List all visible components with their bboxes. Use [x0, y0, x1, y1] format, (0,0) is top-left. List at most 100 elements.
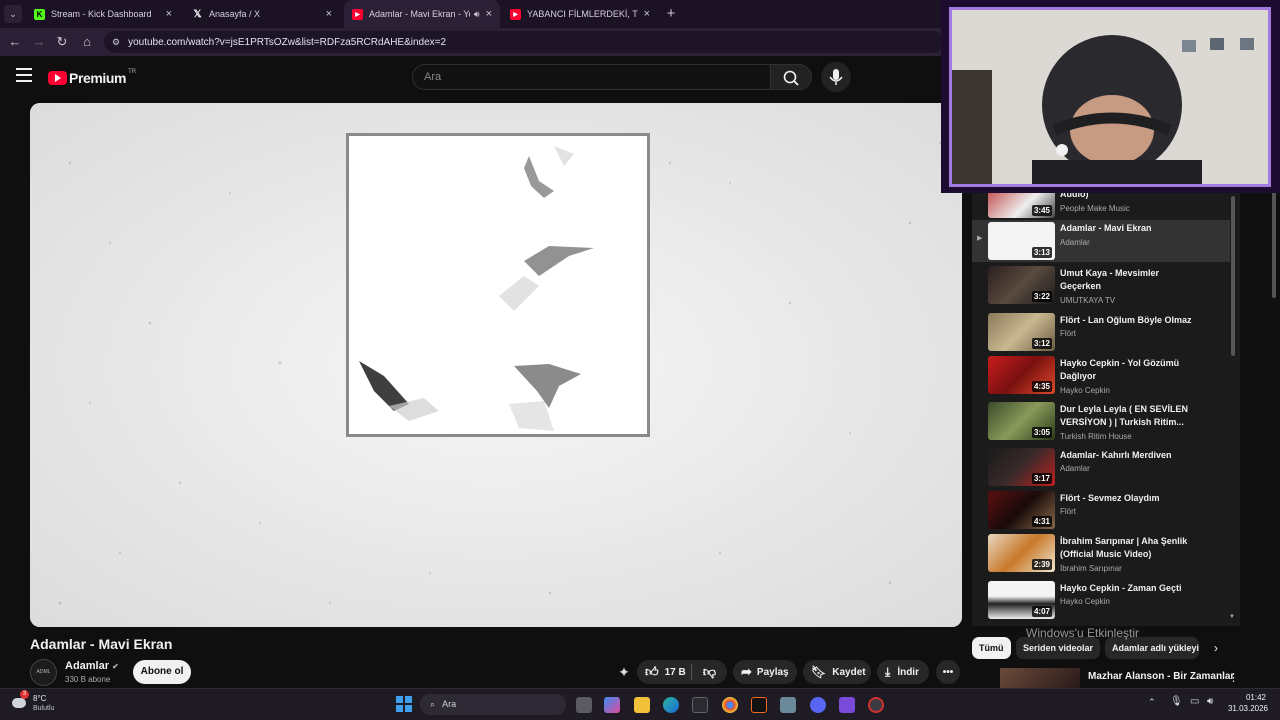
microphone-tray-icon[interactable]: 🎙︎	[1170, 696, 1183, 707]
playlist-item[interactable]: 4:35 Hayko Cepkin - Yol Gözümü Dağlıyor …	[972, 354, 1230, 400]
playlist-scrollbar[interactable]: ▼	[1229, 186, 1237, 626]
clock-date[interactable]: 31.03.2026	[1224, 704, 1268, 713]
windows-start-icon[interactable]	[396, 696, 412, 712]
speaker-icon[interactable]: 🔊︎	[474, 9, 480, 20]
app-purple-icon[interactable]	[839, 697, 855, 713]
tab-title: Anasayfa / X	[209, 9, 261, 19]
playlist-item-title: Adamlar - Mavi Ekran	[1060, 223, 1152, 233]
playlist-item[interactable]: 4:07 Hayko Cepkin - Zaman Geçti Hayko Ce…	[972, 579, 1230, 621]
more-horizontal-icon: •••	[942, 666, 954, 678]
forward-arrow-icon[interactable]: →	[30, 33, 48, 51]
channel-avatar[interactable]: ADML	[30, 659, 57, 686]
video-thumbnail: 3:13	[988, 222, 1055, 260]
duration-badge: 3:17	[1031, 473, 1052, 484]
tab-youtube-active[interactable]: ▶ Adamlar - Mavi Ekran - You 🔊︎ ×	[344, 0, 500, 28]
share-label: Paylaş	[756, 666, 789, 678]
x-logo-icon: 𝕏	[193, 8, 202, 20]
voice-search-button[interactable]	[821, 62, 851, 92]
task-view-icon[interactable]	[576, 697, 592, 713]
playlist-item-channel: Adamlar	[1060, 238, 1090, 247]
tray-chevron-up-icon[interactable]: ⌃	[1148, 697, 1156, 708]
video-player[interactable]	[30, 103, 962, 627]
next-video-thumbnail[interactable]	[1000, 668, 1080, 688]
playlist-item-current[interactable]: ▶ 3:13 Adamlar - Mavi Ekran Adamlar	[972, 220, 1230, 262]
discord-icon[interactable]	[810, 697, 826, 713]
share-button[interactable]: ➦ Paylaş	[733, 660, 797, 684]
back-arrow-icon[interactable]: ←	[6, 33, 24, 51]
playlist-item[interactable]: 3:22 Umut Kaya - Mevsimler Geçerken UMUT…	[972, 264, 1230, 310]
webcam-frame	[949, 7, 1271, 187]
tab-kick-dashboard[interactable]: K Stream - Kick Dashboard ×	[26, 0, 180, 28]
close-tab-icon[interactable]: ×	[486, 8, 492, 20]
playlist-item[interactable]: 3:05 Dur Leyla Leyla ( EN SEVİLEN VERSİY…	[972, 400, 1230, 446]
playlist-item-title: Hayko Cepkin - Zaman Geçti	[1060, 583, 1182, 593]
playlist-item-channel: People Make Music	[1060, 204, 1130, 213]
save-button[interactable]: 🔖︎ Kaydet	[803, 660, 871, 684]
file-explorer-icon[interactable]	[634, 697, 650, 713]
more-actions-button[interactable]: •••	[936, 660, 960, 684]
youtube-premium-logo[interactable]: Premium TR	[48, 69, 136, 87]
widgets-icon[interactable]	[604, 697, 620, 713]
chip-series[interactable]: Seriden videolar	[1016, 637, 1101, 659]
more-vertical-icon[interactable]: ⋮	[1228, 671, 1239, 684]
playlist-item[interactable]: 3:12 Flört - Lan Oğlum Böyle Olmaz Flört	[972, 311, 1230, 353]
chevron-right-icon[interactable]: ›	[1214, 641, 1218, 655]
playlist-item-channel: Turkish Ritim House	[1060, 432, 1132, 441]
site-info-icon[interactable]: ⚙︎	[112, 37, 120, 48]
store-icon[interactable]	[692, 697, 708, 713]
tab-search-chevron-icon[interactable]: ⌄	[4, 5, 22, 23]
sparkle-icon[interactable]: ✦	[615, 664, 633, 682]
playlist-item[interactable]: 4:31 Flört - Sevmez Olaydım Flört	[972, 489, 1230, 531]
video-title: Adamlar - Mavi Ekran	[30, 636, 173, 652]
channel-name-text: Adamlar	[65, 660, 110, 672]
clock-time[interactable]: 01:42	[1228, 693, 1266, 702]
chrome-icon[interactable]	[722, 697, 738, 713]
video-thumbnail: 4:31	[988, 491, 1055, 529]
menu-hamburger-icon[interactable]	[16, 68, 32, 82]
tab-x-home[interactable]: 𝕏 Anasayfa / X ×	[184, 0, 340, 28]
address-bar[interactable]: ⚙︎ youtube.com/watch?v=jsE1PRTsOZw&list=…	[104, 31, 944, 53]
video-thumbnail: 4:35	[988, 356, 1055, 394]
close-tab-icon[interactable]: ×	[326, 8, 332, 20]
logo-text: Premium	[69, 70, 127, 86]
tab-title: Adamlar - Mavi Ekran - You	[369, 9, 470, 19]
volume-icon[interactable]: 🔊︎	[1207, 696, 1213, 707]
playlist-item[interactable]: 3:17 Adamlar- Kahırlı Merdiven Adamlar	[972, 446, 1230, 488]
download-label: İndir	[897, 666, 919, 678]
tab-youtube-films[interactable]: ▶ YABANCI FİLMLERDEKİ, TÜRKİYE ×	[502, 0, 658, 28]
new-tab-icon[interactable]: +	[662, 5, 680, 23]
download-button[interactable]: ⤓ İndir	[877, 660, 929, 684]
like-button[interactable]: 👍︎ 17 B	[637, 664, 691, 680]
weather-widget-icon[interactable]: 3	[12, 690, 30, 712]
video-thumbnail: 3:12	[988, 313, 1055, 351]
home-icon[interactable]: ⌂	[78, 33, 96, 51]
edge-icon[interactable]	[663, 697, 679, 713]
thumbs-down-icon: 👎︎	[702, 664, 717, 679]
dislike-button[interactable]: 👎︎	[692, 664, 727, 680]
microphone-icon	[829, 69, 843, 85]
close-tab-icon[interactable]: ×	[644, 8, 650, 20]
playlist-item-channel: Adamlar	[1060, 464, 1090, 473]
scroll-down-icon[interactable]: ▼	[1229, 614, 1235, 620]
chip-all[interactable]: Tümü	[972, 637, 1011, 659]
obs-editor-icon[interactable]	[751, 697, 767, 713]
channel-name[interactable]: Adamlar ✔	[65, 660, 119, 672]
reload-icon[interactable]: ↻	[53, 33, 71, 51]
video-thumbnail: 3:22	[988, 266, 1055, 304]
next-video-title[interactable]: Mazhar Alanson - Bir Zamanlar	[1088, 671, 1234, 682]
save-label: Kaydet	[832, 666, 866, 678]
app-icon[interactable]	[780, 697, 796, 713]
search-input[interactable]: Ara	[412, 64, 770, 90]
search-button[interactable]	[770, 64, 812, 90]
subscribe-button[interactable]: Abone ol	[133, 660, 191, 684]
close-tab-icon[interactable]: ×	[166, 8, 172, 20]
duration-badge: 4:31	[1031, 516, 1052, 527]
chip-uploads[interactable]: Adamlar adlı yükleyi	[1105, 637, 1199, 659]
playlist-item-channel: İbrahim Sarıpınar	[1060, 564, 1122, 573]
playlist-item[interactable]: 2:39 İbrahim Sarıpınar | Aha Şenlik (Off…	[972, 532, 1230, 578]
windows-taskbar: 3 8°C Bulutlu ⌕ Ara ⌃ 🎙︎ ▭ 🔊︎ 01:42 31.0…	[0, 688, 1280, 720]
playlist-item-title: Hayko Cepkin - Yol Gözümü Dağlıyor	[1060, 358, 1180, 381]
network-icon[interactable]: ▭	[1190, 696, 1199, 707]
app-recording-icon[interactable]	[868, 697, 884, 713]
taskbar-search[interactable]: ⌕ Ara	[420, 694, 566, 715]
